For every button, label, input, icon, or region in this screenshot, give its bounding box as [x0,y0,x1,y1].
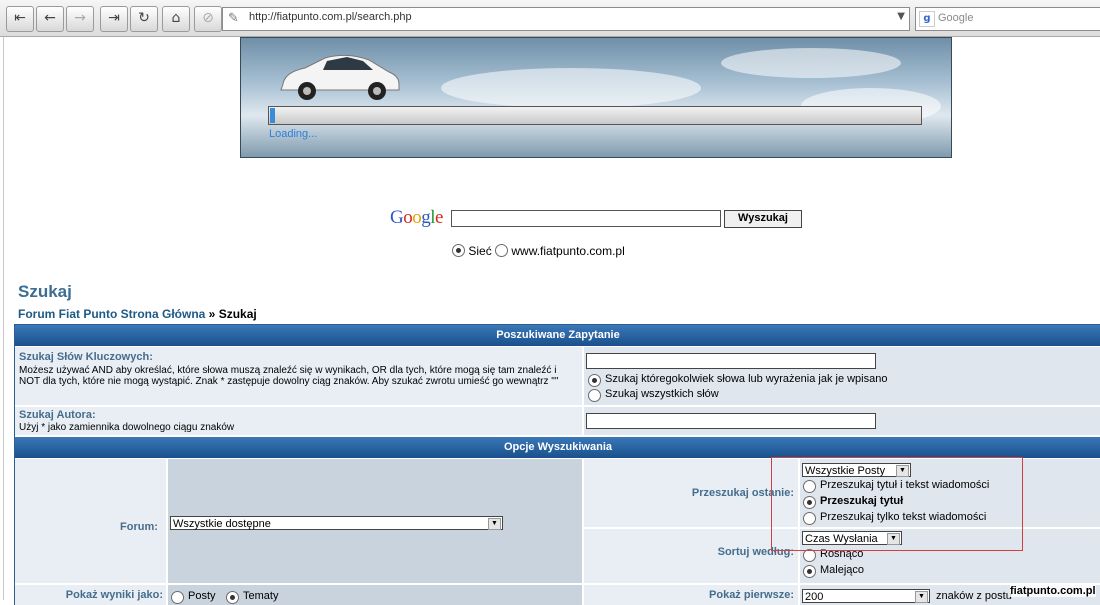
author-help: Użyj * jako zamiennika dowolnego ciągu z… [19,422,235,433]
return-chars-label-cell: Pokaż pierwsze: [584,585,798,605]
last-page-icon[interactable]: ⇥ [100,6,128,32]
search-placeholder: Google [938,12,974,24]
page-favicon-icon: ✎ [228,11,239,26]
author-input-cell [584,407,1100,435]
forum-label: Forum: [120,521,158,533]
google-logo: Google [390,207,443,228]
google-scope-radios: Sieć www.fiatpunto.com.pl [452,244,625,258]
site-banner: Loading... [240,37,952,158]
stop-icon[interactable]: ⊘ [194,6,222,32]
radio-all-words-label: Szukaj wszystkich słów [605,388,719,400]
address-bar[interactable]: ✎ http://fiatpunto.com.pl/search.php ▼ [222,7,910,31]
loading-progress-bar [268,106,922,125]
radio-show-topics-label: Tematy [243,590,279,602]
return-chars-label: Pokaż pierwsze: [709,589,794,601]
url-text: http://fiatpunto.com.pl/search.php [249,11,412,23]
search-in-label-cell: Przeszukaj ostanie: [584,459,798,527]
page-content: Loading... Google Wyszukaj Sieć www.fiat… [0,37,1100,605]
breadcrumb-current: Szukaj [218,307,257,321]
radio-any-words[interactable] [588,374,601,387]
sort-label-cell: Sortuj według: [584,529,798,583]
home-icon[interactable]: ⌂ [162,6,190,32]
author-label: Szukaj Autora: [19,409,96,421]
highlight-box [771,457,1023,551]
radio-web[interactable] [452,244,465,257]
google-search-input[interactable] [451,210,721,227]
car-image [280,54,400,100]
keywords-input-cell: Szukaj któregokolwiek słowa lub wyrażeni… [584,347,1100,405]
forward-icon[interactable]: → [66,6,94,32]
cloud-shape [441,68,701,108]
loading-text: Loading... [269,128,318,140]
browser-search-field[interactable]: g Google [915,7,1100,31]
keywords-label: Szukaj Słów Kluczowych: [19,351,153,363]
chevron-down-icon[interactable]: ▼ [897,11,905,22]
radio-show-posts-label: Posty [188,590,216,602]
watermark-text: fiatpunto.com.pl [1010,585,1096,597]
radio-all-words[interactable] [588,389,601,402]
progress-fill [270,108,275,123]
forum-select-cell: Wszystkie dostępne ▼ [168,459,582,583]
chevron-down-icon: ▼ [488,518,501,530]
radio-site[interactable] [495,244,509,257]
return-chars-suffix: znaków z postu [936,590,1012,602]
radio-any-words-label: Szukaj któregokolwiek słowa lub wyrażeni… [605,373,888,385]
radio-sort-desc[interactable] [803,565,816,578]
back-icon[interactable]: ← [36,6,64,32]
show-results-label: Pokaż wyniki jako: [65,589,163,601]
chevron-down-icon: ▼ [915,591,928,603]
author-label-cell: Szukaj Autora: Użyj * jako zamiennika do… [15,407,582,435]
cloud-shape [721,48,901,78]
page-divider [3,37,4,600]
keywords-label-cell: Szukaj Słów Kluczowych: Możesz używać AN… [15,347,582,405]
keywords-help: Możesz używać AND aby określać, które sł… [19,365,559,387]
breadcrumb-home-link[interactable]: Forum Fiat Punto Strona Główna [18,307,205,321]
forum-select[interactable]: Wszystkie dostępne ▼ [170,516,503,530]
reload-icon[interactable]: ↻ [130,6,158,32]
return-chars-select[interactable]: 200 ▼ [802,589,930,603]
options-section-header: Opcje Wyszukiwania [15,437,1100,458]
google-search-button[interactable]: Wyszukaj [724,210,802,228]
query-section-header: Poszukiwane Zapytanie [15,325,1100,346]
radio-site-label: www.fiatpunto.com.pl [511,244,625,258]
browser-toolbar: ⇤ ← → ⇥ ↻ ⌂ ⊘ ✎ http://fiatpunto.com.pl/… [0,0,1100,37]
radio-show-topics[interactable] [226,591,239,604]
radio-web-label: Sieć [468,244,492,258]
page-title: Szukaj [18,282,72,301]
radio-sort-desc-label: Malejąco [820,564,865,576]
breadcrumb: Forum Fiat Punto Strona Główna » Szukaj [18,307,257,321]
show-results-cell: Posty Tematy [168,585,582,605]
keywords-input[interactable] [586,353,876,369]
first-page-icon[interactable]: ⇤ [6,6,34,32]
google-g-icon[interactable]: g [919,11,935,27]
radio-show-posts[interactable] [171,591,184,604]
show-results-label-cell: Pokaż wyniki jako: [15,585,166,605]
author-input[interactable] [586,413,876,429]
